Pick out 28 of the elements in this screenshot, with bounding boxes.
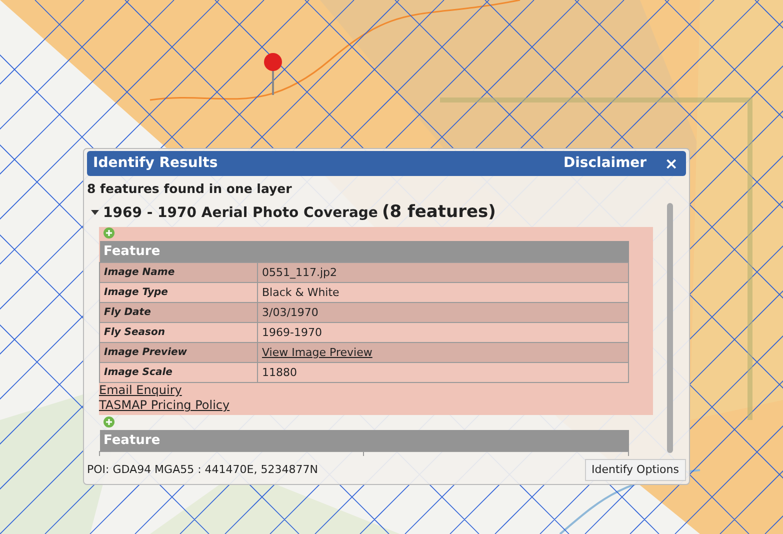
preview-link[interactable]: View Image Preview [262,346,372,359]
feature-count: (8 features) [382,200,496,224]
expand-caret[interactable] [91,210,99,215]
feature-header: Feature [100,241,628,263]
info-link[interactable]: TASMAP Pricing Policy [99,398,653,414]
poi-coordinates: POI: GDA94 MGA55 : 441470E, 5234877N [87,462,318,478]
attribute-value: 0551_117.jp2 [258,262,628,283]
attribute-label: Fly Date [100,302,258,323]
disclaimer-link[interactable]: Disclaimer [564,153,647,174]
attribute-value: 11880 [258,362,628,383]
attribute-value: 1969-1970 [258,322,628,343]
feature-header: Feature [100,430,628,452]
attribute-label: Image Type [100,282,258,303]
close-button[interactable]: × [662,156,680,172]
dialog-title: Identify Results [93,154,218,173]
result-summary: 8 features found in one layer [87,180,293,198]
scrollbar-thumb[interactable] [667,202,673,453]
attribute-value: Black & White [258,282,628,303]
info-link[interactable]: Email Enquiry [99,383,653,398]
attribute-label: Fly Season [100,322,258,343]
attribute-label: Image Preview [100,342,258,363]
expand-icon[interactable] [103,416,115,428]
expand-icon[interactable] [103,227,115,240]
identify-options-button[interactable]: Identify Options [584,458,686,481]
attribute-value: 3/03/1970 [258,302,628,323]
attribute-label: Image Scale [100,362,258,383]
layer-title: 1969 - 1970 Aerial Photo Coverage [103,204,378,223]
attribute-label: Image Name [100,262,258,283]
